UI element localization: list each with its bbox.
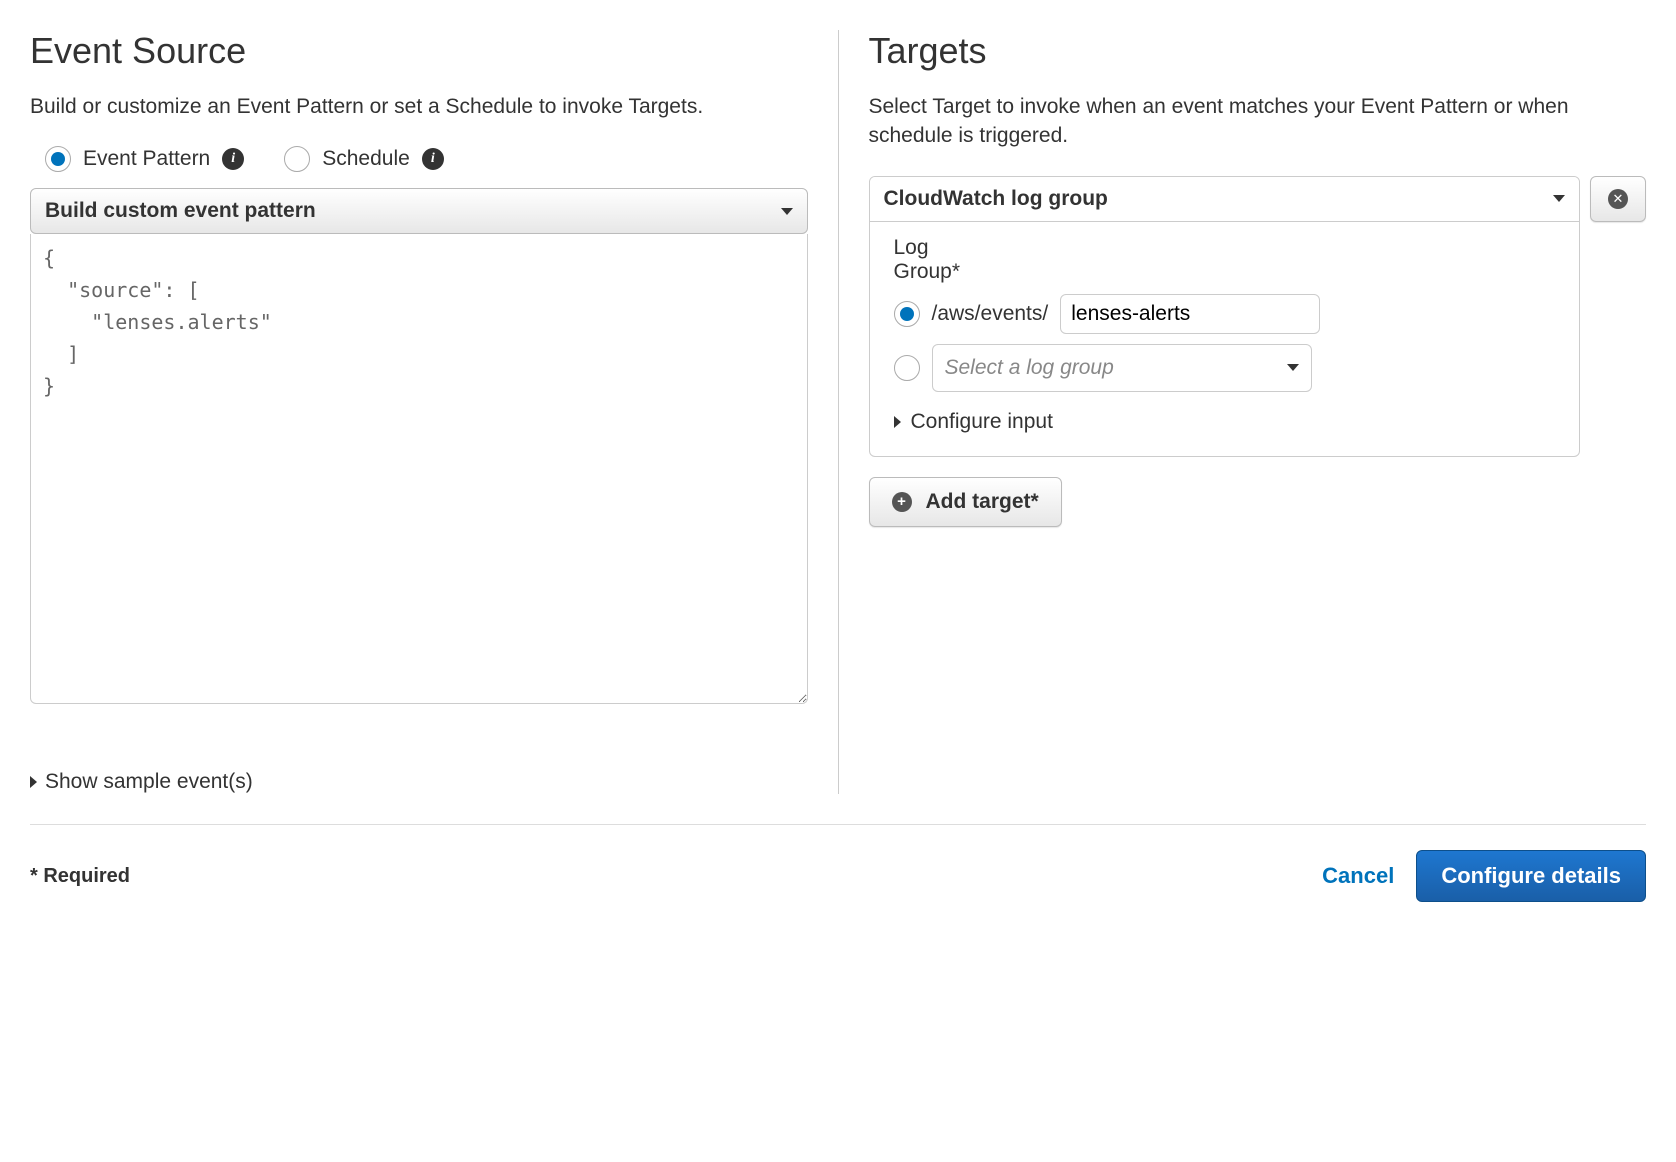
cancel-button[interactable]: Cancel — [1322, 863, 1394, 889]
plus-icon: + — [892, 492, 912, 512]
configure-details-button[interactable]: Configure details — [1416, 850, 1646, 902]
log-group-prefix: /aws/events/ — [932, 302, 1049, 326]
caret-right-icon — [894, 416, 901, 428]
radio-event-pattern[interactable]: Event Pattern i — [45, 146, 244, 172]
chevron-down-icon — [781, 208, 793, 215]
target-type-label: CloudWatch log group — [884, 187, 1108, 211]
targets-heading: Targets — [869, 30, 1647, 72]
targets-subtitle: Select Target to invoke when an event ma… — [869, 92, 1647, 151]
configure-input-label: Configure input — [911, 410, 1053, 434]
add-target-label: Add target* — [926, 490, 1039, 514]
radio-icon — [894, 301, 920, 327]
log-group-select[interactable]: Select a log group — [932, 344, 1312, 392]
info-icon[interactable]: i — [222, 148, 244, 170]
target-type-dropdown[interactable]: CloudWatch log group — [870, 177, 1580, 222]
event-source-heading: Event Source — [30, 30, 808, 72]
show-sample-events[interactable]: Show sample event(s) — [30, 770, 808, 794]
log-group-label: Log Group* — [894, 236, 974, 284]
targets-section: Targets Select Target to invoke when an … — [839, 30, 1647, 794]
pattern-mode-dropdown[interactable]: Build custom event pattern — [30, 188, 808, 234]
caret-right-icon — [30, 776, 37, 788]
radio-schedule[interactable]: Schedule i — [284, 146, 444, 172]
remove-target-button[interactable]: ✕ — [1590, 176, 1646, 222]
target-card: CloudWatch log group Log Group* /aws/eve… — [869, 176, 1647, 457]
close-icon: ✕ — [1608, 189, 1628, 209]
radio-schedule-label: Schedule — [322, 147, 410, 171]
info-icon[interactable]: i — [422, 148, 444, 170]
log-group-new-option[interactable]: /aws/events/ — [894, 294, 1556, 334]
pattern-mode-label: Build custom event pattern — [45, 199, 316, 223]
radio-icon — [894, 355, 920, 381]
event-source-subtitle: Build or customize an Event Pattern or s… — [30, 92, 808, 121]
radio-icon — [45, 146, 71, 172]
log-group-existing-option[interactable]: Select a log group — [894, 344, 1556, 392]
required-note: * Required — [30, 865, 130, 888]
add-target-button[interactable]: + Add target* — [869, 477, 1062, 527]
radio-icon — [284, 146, 310, 172]
chevron-down-icon — [1287, 364, 1299, 371]
chevron-down-icon — [1553, 195, 1565, 202]
event-source-section: Event Source Build or customize an Event… — [30, 30, 839, 794]
show-sample-label: Show sample event(s) — [45, 770, 253, 794]
configure-input-toggle[interactable]: Configure input — [894, 410, 1556, 434]
footer: * Required Cancel Configure details — [30, 824, 1646, 902]
radio-event-pattern-label: Event Pattern — [83, 147, 210, 171]
log-group-select-placeholder: Select a log group — [945, 356, 1114, 380]
log-group-name-input[interactable] — [1060, 294, 1320, 334]
event-pattern-editor[interactable] — [30, 234, 808, 704]
